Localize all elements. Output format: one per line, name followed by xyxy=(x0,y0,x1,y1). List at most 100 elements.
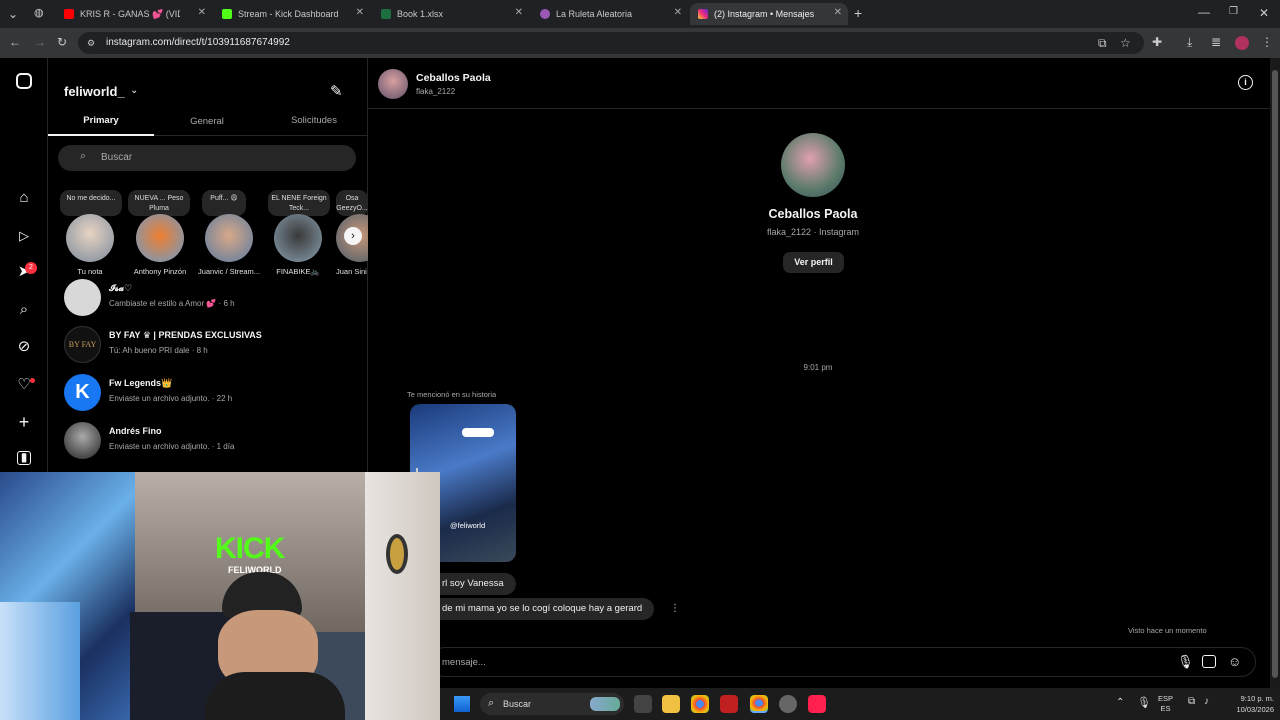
taskbar-search[interactable]: ⌕ Buscar xyxy=(480,693,624,715)
close-tab-icon[interactable]: ✕ xyxy=(834,7,842,18)
story-item[interactable]: Anthony Pinzón xyxy=(125,214,195,276)
instagram-icon xyxy=(698,9,708,19)
instagram-logo-icon[interactable] xyxy=(16,73,32,89)
chrome-icon[interactable] xyxy=(691,695,709,713)
explore-icon[interactable]: ⊘ xyxy=(15,338,33,356)
search-icon[interactable]: ⌕ xyxy=(15,301,33,319)
search-input[interactable]: ⌕ Buscar xyxy=(58,145,356,171)
home-icon[interactable]: ⌂ xyxy=(15,189,33,207)
close-tab-icon[interactable]: ✕ xyxy=(198,7,206,18)
tab-general[interactable]: General xyxy=(154,116,260,127)
view-profile-button[interactable]: Ver perfil xyxy=(783,252,844,273)
restore-icon[interactable]: ❐ xyxy=(1229,6,1238,17)
wall-clock xyxy=(386,534,408,574)
tab-youtube[interactable]: KRIS R - GANAS 💕 (VIDEO OF ✕ xyxy=(56,3,212,25)
app-icon[interactable] xyxy=(720,695,738,713)
new-tab-icon[interactable]: + xyxy=(854,5,862,21)
avatar: BY FAY xyxy=(64,326,101,363)
compose-icon[interactable]: ✎ xyxy=(330,82,343,100)
avatar xyxy=(136,214,184,262)
reels-icon[interactable]: ▷ xyxy=(15,227,33,245)
avatar[interactable] xyxy=(378,69,408,99)
note-bubble[interactable]: Puff... 😩 xyxy=(202,190,246,216)
menu-kebab-icon[interactable]: ⋮ xyxy=(1261,35,1273,49)
sticker-icon[interactable]: ☺ xyxy=(1228,654,1241,669)
close-tab-icon[interactable]: ✕ xyxy=(674,7,682,18)
extensions-icon[interactable]: ✚ xyxy=(1152,35,1162,49)
note-bubble[interactable]: EL NENE Foreign Teck... xyxy=(268,190,330,216)
close-tab-icon[interactable]: ✕ xyxy=(515,7,523,18)
conversation-item[interactable]: Andrés Fino Enviaste un archivo adjunto.… xyxy=(64,422,364,462)
scrollbar-thumb[interactable] xyxy=(1272,70,1278,678)
microphone-icon[interactable]: 🎙 xyxy=(1177,654,1194,670)
kick-logo-text: KICK xyxy=(215,532,285,565)
tab-ruleta[interactable]: La Ruleta Aleatoria ✕ xyxy=(532,3,688,25)
install-icon[interactable]: ⧉ xyxy=(1098,32,1107,54)
profile-subtitle: flaka_2122 · Instagram xyxy=(766,227,860,237)
minimize-icon[interactable]: — xyxy=(1198,5,1210,19)
page-scrollbar[interactable] xyxy=(1270,58,1280,720)
story-item[interactable]: Juan Sini xyxy=(330,214,368,276)
search-icon: ⌕ xyxy=(488,697,495,709)
file-explorer-icon[interactable] xyxy=(662,695,680,713)
tab-primary[interactable]: Primary xyxy=(48,115,154,126)
obs-icon[interactable] xyxy=(779,695,797,713)
back-icon[interactable]: ← xyxy=(9,35,21,49)
search-highlight-icon xyxy=(590,697,620,711)
profile-name: Ceballos Paola xyxy=(768,207,858,221)
search-icon: ⌕ xyxy=(80,150,87,162)
image-icon[interactable] xyxy=(1202,655,1216,668)
volume-icon[interactable]: ♪ xyxy=(1204,696,1209,707)
pc-case xyxy=(0,602,80,720)
profile-avatar[interactable] xyxy=(1235,36,1249,50)
reload-icon[interactable]: ↻ xyxy=(57,35,67,49)
close-tab-icon[interactable]: ✕ xyxy=(356,7,364,18)
bookmark-star-icon[interactable]: ☆ xyxy=(1120,32,1131,54)
conversation-item[interactable]: 𝓘𝓼𝓪♡ Cambiaste el estilo a Amor 💕 · 6 h xyxy=(64,279,364,319)
active-tab-indicator xyxy=(48,134,154,136)
info-icon[interactable]: i xyxy=(1238,75,1253,90)
story-item[interactable]: Juanvic / Stream... xyxy=(194,214,264,276)
windows-start-icon[interactable] xyxy=(454,696,470,712)
note-bubble[interactable]: No me decido... xyxy=(60,190,122,216)
dashboard-icon[interactable]: ▮ xyxy=(17,451,31,465)
browser-tab-bar: ⌄ ◍ KRIS R - GANAS 💕 (VIDEO OF ✕ Stream … xyxy=(0,0,1280,28)
tab-excel[interactable]: Book 1.xlsx ✕ xyxy=(373,3,529,25)
globe-icon[interactable]: ◍ xyxy=(34,6,44,19)
message-input-placeholder: mensaje... xyxy=(442,657,486,668)
chat-panel: Ceballos Paola flaka_2122 i Ceballos Pao… xyxy=(368,58,1270,720)
tiktok-icon[interactable] xyxy=(808,695,826,713)
message-options-icon[interactable]: ⋮ xyxy=(670,603,680,614)
tab-requests[interactable]: Solicitudes xyxy=(260,115,368,126)
conversation-item[interactable]: K Fw Legends👑 Enviaste un archivo adjunt… xyxy=(64,374,364,414)
note-bubble[interactable]: Osa GeezyO... xyxy=(336,190,368,216)
chevron-up-icon[interactable]: ⌃ xyxy=(1116,697,1124,708)
chevron-down-icon[interactable]: ⌄ xyxy=(130,85,138,96)
tab-kick[interactable]: Stream - Kick Dashboard ✕ xyxy=(214,3,370,25)
chrome-active-icon[interactable] xyxy=(750,695,768,713)
person-shirt xyxy=(205,672,345,720)
story-own-note[interactable]: Tu nota xyxy=(55,214,125,276)
close-window-icon[interactable]: ✕ xyxy=(1259,6,1269,20)
tab-search-icon[interactable]: ⌄ xyxy=(8,7,18,21)
chat-contact-name[interactable]: Ceballos Paola xyxy=(416,72,491,84)
microphone-icon[interactable]: 🎙 xyxy=(1137,696,1151,709)
conversation-item[interactable]: BY FAY BY FAY ♛ | PRENDAS EXCLUSIVAS Tú:… xyxy=(64,326,364,366)
chevron-right-icon[interactable]: › xyxy=(344,227,362,245)
taskbar-search-label: Buscar xyxy=(503,699,532,709)
site-info-icon[interactable]: ⚙ xyxy=(87,32,95,54)
network-icon[interactable]: ⧉ xyxy=(1188,696,1195,707)
account-username[interactable]: feliworld_ xyxy=(64,84,125,99)
url-field[interactable]: ⚙ instagram.com/direct/t/103911687674992… xyxy=(78,32,1144,54)
create-icon[interactable]: + xyxy=(15,413,33,431)
story-item[interactable]: FINABIKE🚲 xyxy=(263,214,333,276)
tab-instagram[interactable]: (2) Instagram • Mensajes ✕ xyxy=(690,3,848,25)
download-icon[interactable]: ⤓ xyxy=(1187,35,1192,50)
task-view-icon[interactable] xyxy=(634,695,652,713)
note-bubble[interactable]: NUEVA ... Peso Pluma xyxy=(128,190,190,216)
message-input[interactable]: mensaje... 🎙 ☺ xyxy=(430,647,1256,677)
clock[interactable]: 9:10 p. m. 10/03/2026 xyxy=(1220,693,1274,715)
media-icon[interactable]: ≣ xyxy=(1211,35,1221,49)
language-indicator[interactable]: ESP ES xyxy=(1158,694,1173,714)
forward-icon[interactable]: → xyxy=(34,35,46,49)
